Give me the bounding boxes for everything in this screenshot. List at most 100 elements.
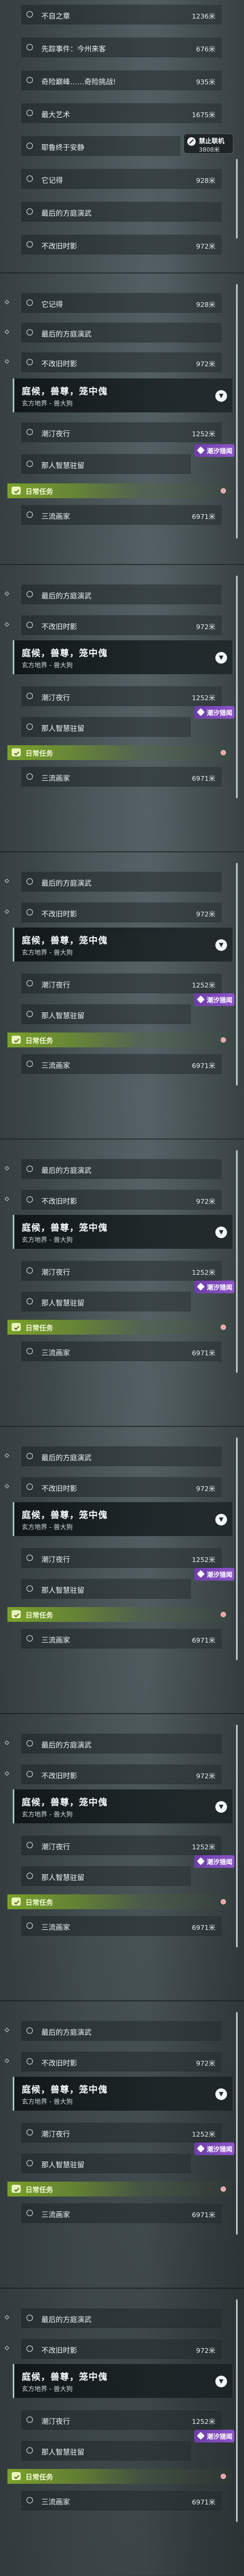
daily-quest-header[interactable]: 日常任务 — [7, 483, 232, 498]
task-row[interactable]: 不改旧时影 972米 — [21, 1764, 222, 1784]
task-row[interactable]: 不改旧时影 972米 — [21, 2339, 222, 2359]
tracked-quest-card[interactable]: 庭候，兽尊，笼中傀 玄方地界 - 兽大狗 ▼ — [13, 928, 232, 961]
tidal-event-badge[interactable]: 潮汐猎闻 — [194, 2142, 234, 2155]
task-row[interactable]: 三流画家 6971米 — [21, 1054, 222, 1074]
tracked-quest-card[interactable]: 庭候，兽尊，笼中傀 玄方地界 - 兽大狗 ▼ — [13, 1789, 232, 1823]
task-row[interactable]: 不改旧时影 972米 — [21, 352, 222, 372]
task-row[interactable]: 最后的方庭演武 — [21, 871, 222, 892]
task-name: 不改旧时影 — [41, 2059, 77, 2068]
task-row[interactable]: 三流画家 6971米 — [21, 1341, 222, 1361]
task-row[interactable]: 那人智慧驻留 — [21, 1004, 191, 1024]
chevron-down-icon[interactable]: ▼ — [215, 390, 227, 402]
daily-check-icon — [12, 1898, 21, 1905]
task-row[interactable]: 不改旧时影 972米 — [21, 1477, 222, 1497]
task-name: 不改旧时影 — [41, 242, 77, 251]
chevron-down-icon[interactable]: ▼ — [215, 2088, 227, 2100]
task-row[interactable]: 不改旧时影 972米 — [21, 2051, 222, 2071]
task-row[interactable]: 三流画家 6971米 — [21, 766, 222, 787]
task-row[interactable]: 奇险巅峰……奇险挑战! 935米 — [21, 70, 222, 90]
daily-quest-header[interactable]: 日常任务 — [7, 1320, 232, 1335]
scrollbar[interactable] — [236, 159, 238, 239]
task-row[interactable]: 三流画家 6971米 — [21, 1628, 222, 1648]
daily-quest-header[interactable]: 日常任务 — [7, 1033, 232, 1047]
task-row[interactable]: 最后的方庭演武 — [21, 1733, 222, 1753]
task-row[interactable]: 最后的方庭演武 — [21, 1446, 222, 1466]
daily-quest-header[interactable]: 日常任务 — [7, 1607, 232, 1622]
task-row[interactable]: 那人智慧驻留 — [21, 1291, 191, 1311]
tracked-quest-card[interactable]: 庭候，兽尊，笼中傀 玄方地界 - 兽大狗 ▼ — [13, 1502, 232, 1536]
task-name: 潮汀夜行 — [41, 1556, 70, 1564]
task-row[interactable]: 最后的方庭演武 — [21, 1159, 222, 1179]
scrollbar[interactable] — [236, 284, 238, 539]
daily-quest-header[interactable]: 日常任务 — [7, 2469, 232, 2484]
chevron-down-icon[interactable]: ▼ — [215, 1801, 227, 1813]
task-row[interactable]: 潮汀夜行 1252米 — [21, 686, 222, 706]
scrollbar[interactable] — [236, 576, 238, 798]
task-row[interactable]: 最后的方庭演武 — [21, 201, 222, 222]
tidal-event-badge[interactable]: 潮汐猎闻 — [194, 993, 234, 1006]
chevron-down-icon[interactable]: ▼ — [215, 1227, 227, 1238]
badge-label: 潮汐猎闻 — [207, 1571, 233, 1578]
task-distance: 972米 — [196, 2059, 215, 2067]
tidal-event-badge[interactable]: 潮汐猎闻 — [194, 444, 234, 457]
tracked-quest-card[interactable]: 庭候，兽尊，笼中傀 玄方地界 - 兽大狗 ▼ — [13, 2077, 232, 2111]
scrollbar[interactable] — [236, 2012, 238, 2235]
tidal-event-badge[interactable]: 潮汐猎闻 — [194, 1855, 234, 1868]
task-row[interactable]: 不改旧时影 972米 — [21, 234, 222, 254]
tidal-event-badge[interactable]: 潮汐猎闻 — [194, 2430, 234, 2442]
task-row[interactable]: 不自之章 1236米 — [21, 4, 222, 24]
tidal-event-badge[interactable]: 潮汐猎闻 — [194, 706, 234, 719]
task-row[interactable]: 那人智慧驻留 — [21, 717, 191, 737]
scrollbar[interactable] — [236, 1150, 238, 1373]
tracked-quest-card[interactable]: 庭候，兽尊，笼中傀 玄方地界 - 兽大狗 ▼ — [13, 2364, 232, 2398]
scrollbar[interactable] — [236, 2299, 238, 2522]
task-row[interactable]: 潮汀夜行 1252米 — [21, 2122, 222, 2142]
task-circle-icon — [27, 1873, 33, 1879]
tidal-event-badge[interactable]: 潮汐猎闻 — [194, 1281, 234, 1293]
task-row[interactable]: 那人智慧驻留 — [21, 2440, 191, 2460]
task-row[interactable]: 三流画家 6971米 — [21, 1916, 222, 1936]
scrollbar[interactable] — [236, 863, 238, 1086]
scrollbar[interactable] — [236, 1437, 238, 1660]
task-row[interactable]: 潮汀夜行 1252米 — [21, 1835, 222, 1855]
chevron-down-icon[interactable]: ▼ — [215, 939, 227, 951]
quest-subtitle: 玄方地界 - 兽大狗 — [22, 2098, 73, 2105]
task-row[interactable]: 不改旧时影 972米 — [21, 1189, 222, 1210]
task-row[interactable]: 最大艺术 1675米 — [21, 103, 222, 123]
task-row[interactable]: 它记得 928米 — [21, 293, 222, 313]
task-row[interactable]: 三流画家 6971米 — [21, 2203, 222, 2223]
task-row[interactable]: 那人智慧驻留 — [21, 1866, 191, 1886]
task-row[interactable]: 那人智慧驻留 — [21, 2153, 191, 2173]
daily-quest-header[interactable]: 日常任务 — [7, 745, 232, 760]
task-row[interactable]: 它记得 928米 — [21, 169, 222, 189]
chevron-down-icon[interactable]: ▼ — [215, 1514, 227, 1525]
task-row[interactable]: 潮汀夜行 1252米 — [21, 422, 222, 442]
task-row[interactable]: 先踪事件：今州来客 676米 — [21, 37, 222, 57]
tidal-event-badge[interactable]: 潮汐猎闻 — [194, 1568, 234, 1581]
task-row[interactable]: 最后的方庭演武 — [21, 2308, 222, 2328]
task-row[interactable]: 不改旧时影 972米 — [21, 902, 222, 922]
task-row[interactable]: 最后的方庭演武 — [21, 2021, 222, 2041]
task-row[interactable]: 三流画家 6971米 — [21, 505, 222, 525]
tracked-quest-card[interactable]: 庭候，兽尊，笼中傀 玄方地界 - 兽大狗 ▼ — [13, 640, 232, 674]
daily-quest-header[interactable]: 日常任务 — [7, 1894, 232, 1909]
chevron-down-icon[interactable]: ▼ — [215, 652, 227, 664]
task-row[interactable]: 潮汀夜行 1252米 — [21, 1548, 222, 1568]
daily-quest-header[interactable]: 日常任务 — [7, 2182, 232, 2196]
tracked-quest-card[interactable]: 庭候，兽尊，笼中傀 玄方地界 - 兽大狗 ▼ — [13, 1215, 232, 1249]
task-row[interactable]: 最后的方庭演武 — [21, 584, 222, 604]
task-row[interactable]: 耶鲁终于安静 — [21, 136, 180, 156]
task-row[interactable]: 三流画家 6971米 — [21, 2490, 222, 2510]
task-row[interactable]: 最后的方庭演武 — [21, 322, 222, 342]
task-row[interactable]: 潮汀夜行 1252米 — [21, 1260, 222, 1281]
chevron-down-icon[interactable]: ▼ — [215, 2376, 227, 2387]
scrollbar[interactable] — [236, 1725, 238, 1947]
task-row[interactable]: 不改旧时影 972米 — [21, 615, 222, 635]
task-row[interactable]: 那人智慧驻留 — [21, 454, 191, 474]
task-row[interactable]: 潮汀夜行 1252米 — [21, 973, 222, 993]
task-distance: 1252米 — [191, 694, 215, 702]
tracked-quest-card[interactable]: 庭候，兽尊，笼中傀 玄方地界 - 兽大狗 ▼ — [13, 378, 232, 412]
task-circle-icon — [27, 2345, 33, 2352]
task-row[interactable]: 潮汀夜行 1252米 — [21, 2410, 222, 2430]
task-row[interactable]: 那人智慧驻留 — [21, 1578, 191, 1599]
